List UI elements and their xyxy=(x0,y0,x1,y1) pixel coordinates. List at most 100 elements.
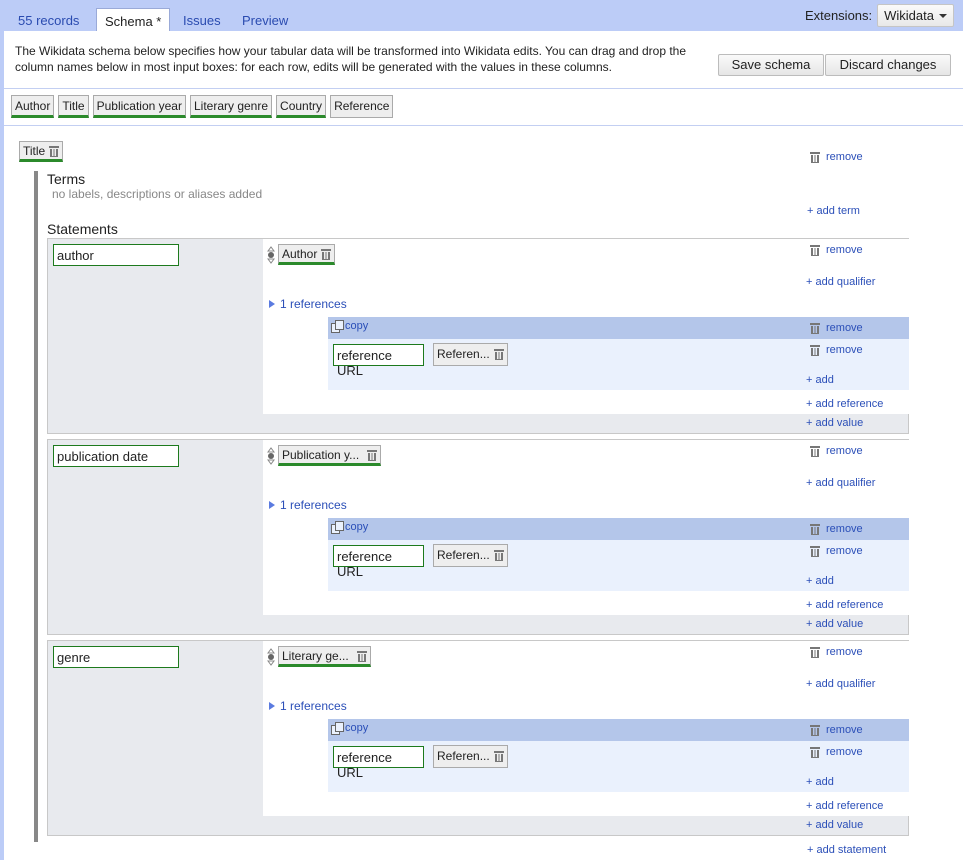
trash-icon[interactable] xyxy=(321,248,332,260)
statement-value-area: Publication y... remove + add qualifier … xyxy=(263,440,909,615)
extensions-dropdown[interactable]: Wikidata xyxy=(877,4,954,27)
remove-reference-link[interactable]: remove xyxy=(810,523,863,535)
add-value-link[interactable]: + add value xyxy=(806,819,863,831)
remove-snak-link[interactable]: remove xyxy=(810,344,863,356)
remove-label: remove xyxy=(826,646,863,658)
property-input[interactable]: author xyxy=(53,244,179,266)
remove-reference-link[interactable]: remove xyxy=(810,724,863,736)
value-label: Literary ge... xyxy=(282,649,349,663)
value-chip[interactable]: Literary ge... xyxy=(278,646,371,667)
triangle-right-icon xyxy=(269,702,275,710)
trash-icon[interactable] xyxy=(493,348,504,360)
divider xyxy=(4,125,963,126)
add-value-link[interactable]: + add value xyxy=(806,618,863,630)
extensions-label: Extensions: xyxy=(804,8,873,23)
copy-reference-button[interactable]: copy xyxy=(331,521,368,534)
add-qualifier-link[interactable]: + add qualifier xyxy=(806,276,875,288)
top-bar: 55 records Schema * Issues Preview Exten… xyxy=(0,0,963,32)
trash-icon[interactable] xyxy=(356,650,367,662)
trash-icon[interactable] xyxy=(49,145,60,157)
reference-property-input[interactable]: reference URL xyxy=(333,545,424,579)
add-reference-link[interactable]: + add reference xyxy=(806,599,883,611)
trash-icon xyxy=(810,746,820,758)
remove-statement-link[interactable]: remove xyxy=(810,445,863,457)
remove-label: remove xyxy=(826,523,863,535)
reference-value-chip[interactable]: Referen... xyxy=(433,544,508,567)
column-list: Author Title Publication year Literary g… xyxy=(11,95,394,118)
column-chip[interactable]: Literary genre xyxy=(189,95,273,118)
remove-item-link[interactable]: remove xyxy=(810,151,863,163)
subject-chip[interactable]: Title xyxy=(19,141,64,162)
triangle-right-icon xyxy=(269,300,275,308)
references-toggle[interactable]: 1 references xyxy=(269,297,347,311)
column-chip[interactable]: Publication year xyxy=(92,95,186,118)
trash-icon xyxy=(810,724,820,736)
trash-icon xyxy=(810,151,820,163)
references-toggle[interactable]: 1 references xyxy=(269,699,347,713)
divider xyxy=(4,88,963,89)
statement: genre Literary ge... remove + add qualif… xyxy=(47,640,909,836)
extensions-menu: Extensions: Wikidata xyxy=(805,4,954,27)
remove-snak-link[interactable]: remove xyxy=(810,746,863,758)
save-schema-button[interactable]: Save schema xyxy=(718,54,824,76)
rank-icon[interactable] xyxy=(267,447,275,465)
remove-snak-link[interactable]: remove xyxy=(810,545,863,557)
reference-value-chip[interactable]: Referen... xyxy=(433,745,508,768)
reference-value-label: Referen... xyxy=(437,347,490,361)
caret-down-icon xyxy=(939,13,947,18)
tab-issues[interactable]: Issues xyxy=(175,8,229,31)
remove-label: remove xyxy=(826,344,863,356)
remove-label: remove xyxy=(826,445,863,457)
add-snak-link[interactable]: + add xyxy=(806,575,834,587)
rank-icon[interactable] xyxy=(267,648,275,666)
remove-reference-link[interactable]: remove xyxy=(810,322,863,334)
references-toggle[interactable]: 1 references xyxy=(269,498,347,512)
add-snak-link[interactable]: + add xyxy=(806,374,834,386)
copy-reference-button[interactable]: copy xyxy=(331,320,369,333)
add-reference-link[interactable]: + add reference xyxy=(806,398,883,410)
trash-icon[interactable] xyxy=(493,750,504,762)
tab-preview[interactable]: Preview xyxy=(234,8,296,31)
remove-statement-link[interactable]: remove xyxy=(810,646,863,658)
copy-reference-button[interactable]: copy xyxy=(331,722,368,735)
discard-changes-button[interactable]: Discard changes xyxy=(825,54,951,76)
extensions-dropdown-value: Wikidata xyxy=(884,8,934,23)
property-input[interactable]: publication date xyxy=(53,445,179,467)
column-chip[interactable]: Title xyxy=(58,95,89,118)
tab-records[interactable]: 55 records xyxy=(10,8,87,31)
remove-label: remove xyxy=(826,724,863,736)
trash-icon[interactable] xyxy=(493,549,504,561)
value-chip[interactable]: Author xyxy=(278,244,336,265)
add-qualifier-link[interactable]: + add qualifier xyxy=(806,477,875,489)
remove-statement-link[interactable]: remove xyxy=(810,244,863,256)
reference-value-label: Referen... xyxy=(437,749,490,763)
item-bar xyxy=(34,171,38,842)
tab-schema[interactable]: Schema * xyxy=(96,8,171,32)
references-count: 1 references xyxy=(280,699,347,713)
reference-property-input[interactable]: reference URL xyxy=(333,344,424,378)
remove-label: remove xyxy=(826,244,863,256)
column-chip[interactable]: Author xyxy=(11,95,55,118)
trash-icon[interactable] xyxy=(367,449,378,461)
column-chip[interactable]: Reference xyxy=(330,95,394,118)
reference-property-input[interactable]: reference URL xyxy=(333,746,424,780)
add-reference-link[interactable]: + add reference xyxy=(806,800,883,812)
reference: copy remove reference URL Referen... rem… xyxy=(328,317,909,390)
add-statement-link[interactable]: + add statement xyxy=(807,844,886,856)
rank-icon[interactable] xyxy=(267,246,275,264)
add-qualifier-link[interactable]: + add qualifier xyxy=(806,678,875,690)
add-snak-link[interactable]: + add xyxy=(806,776,834,788)
add-term-link[interactable]: + add term xyxy=(807,205,860,217)
remove-label: remove xyxy=(826,545,863,557)
value-chip[interactable]: Publication y... xyxy=(278,445,382,466)
property-input[interactable]: genre xyxy=(53,646,179,668)
statement: publication date Publication y... remove… xyxy=(47,439,909,635)
column-chip[interactable]: Country xyxy=(276,95,327,118)
copy-label: copy xyxy=(345,320,369,332)
add-value-link[interactable]: + add value xyxy=(806,417,863,429)
trash-icon xyxy=(810,445,820,457)
reference-value-chip[interactable]: Referen... xyxy=(433,343,508,366)
copy-icon xyxy=(331,722,344,735)
reference-header: copy remove xyxy=(328,317,909,339)
copy-icon xyxy=(331,521,344,534)
